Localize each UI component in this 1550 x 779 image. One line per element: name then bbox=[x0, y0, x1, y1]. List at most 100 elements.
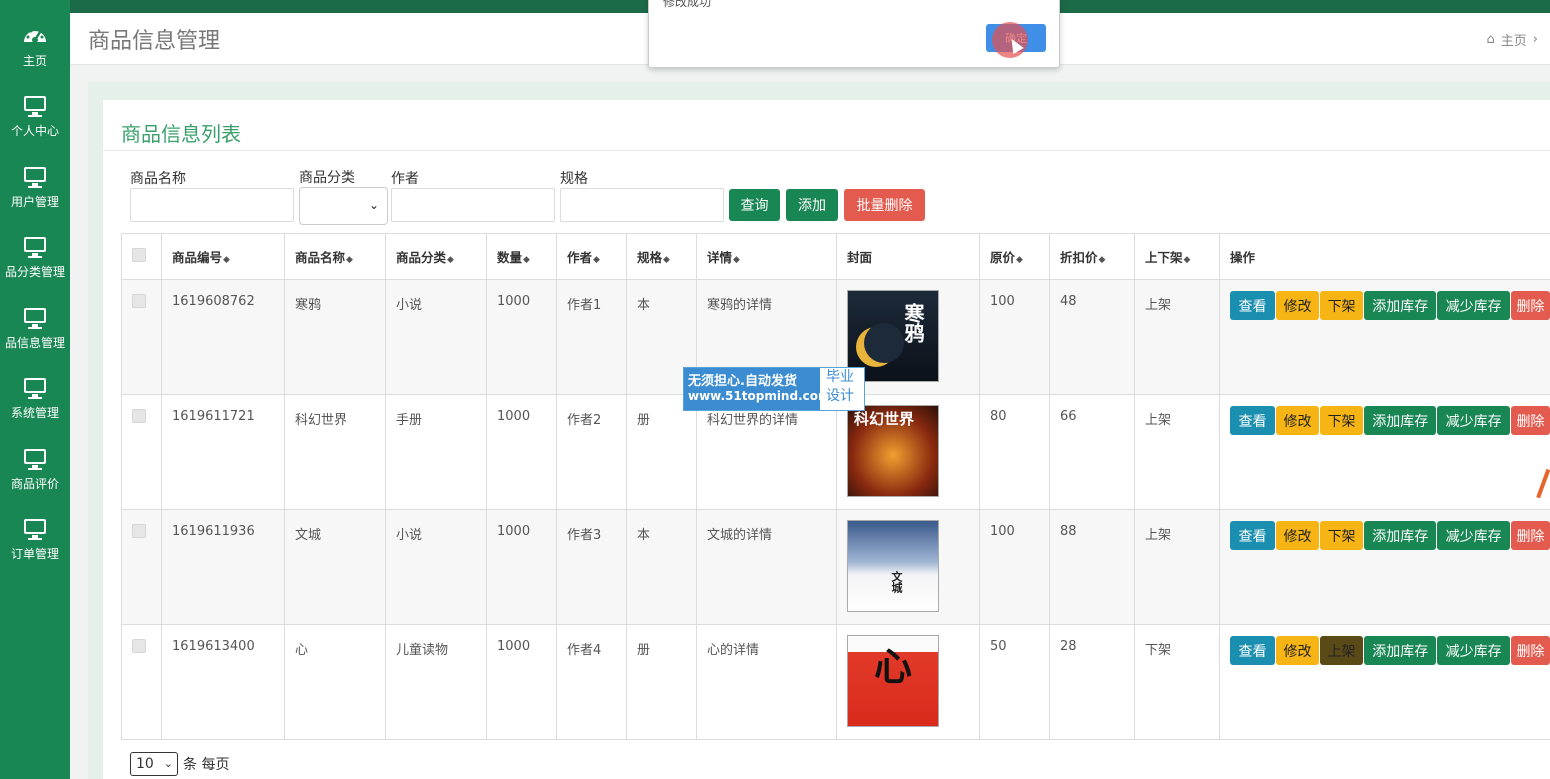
sort-icon: ◆ bbox=[663, 255, 670, 265]
batch-delete-button[interactable]: 批量删除 bbox=[844, 189, 925, 221]
sidebar-item-category[interactable]: 品分类管理 bbox=[0, 233, 70, 293]
cell-status: 下架 bbox=[1134, 624, 1220, 740]
view-button[interactable]: 查看 bbox=[1230, 291, 1275, 320]
shelf-toggle-button[interactable]: 下架 bbox=[1320, 406, 1364, 435]
view-button[interactable]: 查看 bbox=[1230, 636, 1275, 665]
col-header-price[interactable]: 原价◆ bbox=[979, 233, 1050, 280]
add-stock-button[interactable]: 添加库存 bbox=[1364, 406, 1437, 435]
sidebar-item-orders[interactable]: 订单管理 bbox=[0, 515, 70, 575]
col-header-status[interactable]: 上下架◆ bbox=[1134, 233, 1220, 280]
reduce-stock-button[interactable]: 减少库存 bbox=[1437, 521, 1510, 550]
cell-status: 上架 bbox=[1134, 509, 1220, 625]
author-input[interactable] bbox=[391, 188, 555, 222]
col-header-discount[interactable]: 折扣价◆ bbox=[1049, 233, 1135, 280]
shelf-toggle-button[interactable]: 上架 bbox=[1320, 636, 1364, 665]
sort-icon: ◆ bbox=[593, 255, 600, 265]
col-header-author[interactable]: 作者◆ bbox=[556, 233, 627, 280]
col-header-qty[interactable]: 数量◆ bbox=[486, 233, 557, 280]
query-button[interactable]: 查询 bbox=[729, 189, 780, 221]
divider bbox=[103, 150, 1550, 151]
cell-author: 作者3 bbox=[556, 509, 627, 625]
cell-detail: 文城的详情 bbox=[696, 509, 837, 625]
cell-spec: 本 bbox=[626, 509, 697, 625]
delete-button[interactable]: 删除 bbox=[1510, 636, 1550, 665]
row-checkbox[interactable] bbox=[132, 409, 146, 423]
breadcrumb-home[interactable]: 主页 bbox=[1501, 30, 1527, 49]
col-header-name[interactable]: 商品名称◆ bbox=[284, 233, 386, 280]
sidebar-item-reviews[interactable]: 商品评价 bbox=[0, 445, 70, 505]
col-header-detail[interactable]: 详情◆ bbox=[696, 233, 837, 280]
shelf-toggle-button[interactable]: 下架 bbox=[1320, 291, 1364, 320]
sidebar-item-label: 品分类管理 bbox=[4, 265, 65, 279]
page-title: 商品信息管理 bbox=[88, 29, 221, 54]
add-button[interactable]: 添加 bbox=[786, 189, 838, 221]
breadcrumb: ⌂ 主页 › bbox=[1487, 30, 1538, 49]
cell-price: 100 bbox=[979, 279, 1050, 395]
row-checkbox[interactable] bbox=[132, 294, 146, 308]
sidebar-item-label: 用户管理 bbox=[10, 195, 59, 209]
row-checkbox[interactable] bbox=[132, 524, 146, 538]
sidebar-item-products[interactable]: 品信息管理 bbox=[0, 304, 70, 364]
sort-icon: ◆ bbox=[346, 255, 353, 265]
sort-icon: ◆ bbox=[1098, 255, 1106, 265]
sidebar-item-label: 品信息管理 bbox=[4, 336, 65, 350]
view-button[interactable]: 查看 bbox=[1230, 521, 1275, 550]
sidebar-item-profile[interactable]: 个人中心 bbox=[0, 92, 70, 152]
cover-image[interactable]: 心 bbox=[847, 635, 939, 727]
monitor-icon bbox=[22, 235, 48, 259]
reduce-stock-button[interactable]: 减少库存 bbox=[1437, 406, 1510, 435]
watermark-right: 毕业设计 bbox=[826, 369, 854, 404]
sidebar-item-label: 主页 bbox=[22, 54, 47, 68]
edit-button[interactable]: 修改 bbox=[1276, 406, 1320, 435]
page-size-value: 10 bbox=[136, 756, 154, 772]
delete-button[interactable]: 删除 bbox=[1510, 521, 1550, 550]
monitor-icon bbox=[22, 376, 48, 400]
chevron-down-icon: ⌄ bbox=[163, 757, 173, 770]
sidebar-item-label: 个人中心 bbox=[10, 124, 59, 138]
col-header-spec[interactable]: 规格◆ bbox=[626, 233, 697, 280]
cover-image[interactable]: 文城 bbox=[847, 520, 939, 612]
delete-button[interactable]: 删除 bbox=[1510, 406, 1550, 435]
cover-image[interactable]: 科幻世界 bbox=[847, 405, 939, 497]
add-stock-button[interactable]: 添加库存 bbox=[1364, 291, 1437, 320]
select-all-checkbox[interactable] bbox=[132, 248, 146, 262]
edit-button[interactable]: 修改 bbox=[1276, 291, 1320, 320]
cell-price: 50 bbox=[979, 624, 1050, 740]
cell-discount: 88 bbox=[1049, 509, 1135, 625]
add-stock-button[interactable]: 添加库存 bbox=[1364, 636, 1437, 665]
spec-input[interactable] bbox=[560, 188, 724, 222]
cover-title: 寒鸦 bbox=[901, 303, 925, 343]
col-header-cover: 封面 bbox=[836, 233, 980, 280]
sidebar-item-users[interactable]: 用户管理 bbox=[0, 163, 70, 223]
monitor-icon bbox=[22, 165, 48, 189]
cell-qty: 1000 bbox=[486, 279, 557, 395]
view-button[interactable]: 查看 bbox=[1230, 406, 1275, 435]
sort-icon: ◆ bbox=[223, 255, 230, 265]
sort-icon: ◆ bbox=[1016, 255, 1023, 265]
edit-button[interactable]: 修改 bbox=[1276, 521, 1320, 550]
shelf-toggle-button[interactable]: 下架 bbox=[1320, 521, 1364, 550]
reduce-stock-button[interactable]: 减少库存 bbox=[1437, 291, 1510, 320]
table-row: 1619613400 心 儿童读物 1000 作者4 册 心的详情 心 50 2… bbox=[121, 624, 1550, 740]
pagination: 10 ⌄ 条 每页 bbox=[130, 752, 229, 776]
name-input[interactable] bbox=[130, 188, 294, 222]
cell-status: 上架 bbox=[1134, 279, 1220, 395]
add-stock-button[interactable]: 添加库存 bbox=[1364, 521, 1437, 550]
row-checkbox[interactable] bbox=[132, 639, 146, 653]
sidebar-item-system[interactable]: 系统管理 bbox=[0, 374, 70, 434]
sort-icon: ◆ bbox=[523, 255, 530, 265]
col-header-category[interactable]: 商品分类◆ bbox=[385, 233, 487, 280]
cell-category: 小说 bbox=[385, 509, 487, 625]
sidebar-item-home[interactable]: 主页 bbox=[0, 22, 70, 82]
reduce-stock-button[interactable]: 减少库存 bbox=[1437, 636, 1510, 665]
cell-status: 上架 bbox=[1134, 394, 1220, 510]
category-select[interactable]: ⌄ bbox=[299, 187, 388, 225]
cell-id: 1619611721 bbox=[161, 394, 285, 510]
cell-author: 作者1 bbox=[556, 279, 627, 395]
success-dialog: 修改成功 确定 bbox=[648, 0, 1060, 68]
col-header-id[interactable]: 商品编号◆ bbox=[161, 233, 285, 280]
delete-button[interactable]: 删除 bbox=[1510, 291, 1550, 320]
edit-button[interactable]: 修改 bbox=[1276, 636, 1320, 665]
cover-title: 科幻世界 bbox=[854, 410, 915, 428]
page-size-select[interactable]: 10 ⌄ bbox=[130, 752, 178, 776]
